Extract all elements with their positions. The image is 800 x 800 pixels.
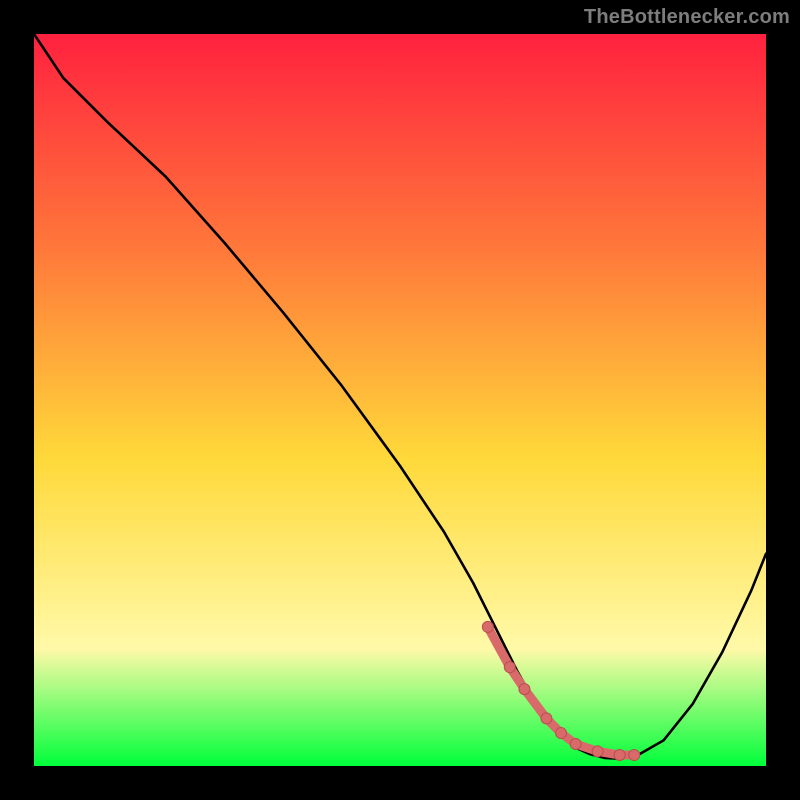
marker-dot: [556, 728, 567, 739]
marker-dot: [541, 713, 552, 724]
marker-dot: [570, 739, 581, 750]
marker-dot: [592, 746, 603, 757]
marker-dot: [482, 621, 493, 632]
marker-dot: [629, 750, 640, 761]
chart-frame: TheBottlenecker.com: [0, 0, 800, 800]
heatmap-background: [34, 34, 766, 766]
attribution-text: TheBottlenecker.com: [584, 6, 790, 29]
marker-dot: [614, 750, 625, 761]
marker-dot: [519, 684, 530, 695]
marker-dot: [504, 662, 515, 673]
bottleneck-chart: [34, 34, 766, 766]
